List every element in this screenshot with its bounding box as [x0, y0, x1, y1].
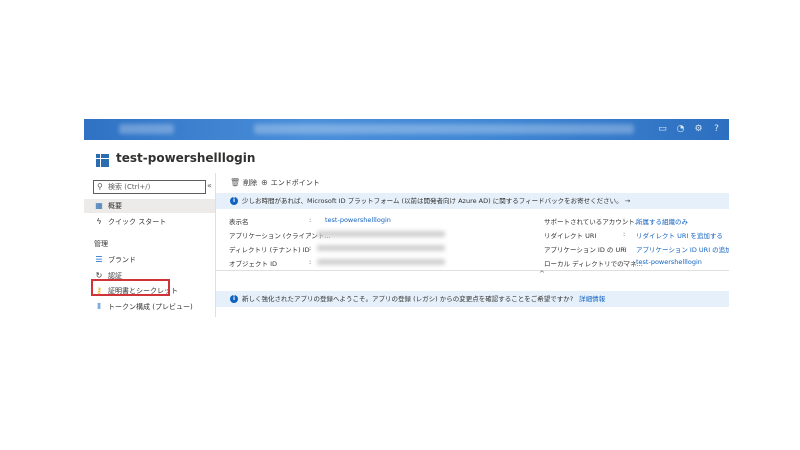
sidebar-item-branding[interactable]: ☰ ブランド	[84, 253, 215, 267]
property-separator: :	[309, 258, 312, 266]
blurred-object-id	[317, 259, 445, 265]
feedback-banner[interactable]: i 少しお時間があれば、Microsoft ID プラットフォーム (以前は開発…	[216, 193, 729, 209]
welcome-text: 新しく強化されたアプリの登録へようこそ。アプリの登録 (レガシ) からの変更点を…	[242, 295, 574, 303]
sidebar-item-quickstart[interactable]: ϟ クイック スタート	[84, 215, 215, 229]
property-row: オブジェクト ID : ローカル ディレクトリでのマネ... : test-po…	[229, 258, 729, 270]
add-redirect-uri-link[interactable]: リダイレクト URI を追加する	[636, 230, 723, 240]
app-registration-icon	[96, 154, 109, 167]
collapse-essentials-button[interactable]: ^	[539, 270, 545, 278]
overview-content: 🗑 削除 ⊕ エンドポイント i 少しお時間があれば、Microsoft ID プラ…	[216, 173, 729, 317]
page-title: test-powershelllogin	[116, 151, 256, 165]
sidebar-item-label: ブランド	[108, 256, 136, 264]
info-icon: i	[230, 197, 238, 205]
blurred-client-id	[317, 231, 445, 237]
property-label: アプリケーション ID の URI	[544, 246, 627, 254]
delete-label: 削除	[243, 179, 258, 187]
blade-header: test-powershelllogin	[84, 140, 729, 170]
sidebar-item-token-configuration[interactable]: ⦀ トークン構成 (プレビュー)	[84, 300, 215, 314]
property-label: ローカル ディレクトリでのマネ...	[544, 260, 643, 268]
property-separator: :	[309, 230, 312, 238]
welcome-banner-text: 新しく強化されたアプリの登録へようこそ。アプリの登録 (レガシ) からの変更点を…	[242, 291, 605, 307]
brand-icon: ☰	[95, 255, 103, 264]
portal-window: ▭ ◔ ⚙ ? test-powershelllogin ⚲ 検索 (Ctrl+…	[84, 119, 729, 317]
welcome-banner: i 新しく強化されたアプリの登録へようこそ。アプリの登録 (レガシ) からの変更…	[216, 291, 729, 307]
property-separator: :	[623, 230, 626, 238]
lightning-icon: ϟ	[96, 217, 102, 226]
sidebar-item-label: 概要	[108, 202, 122, 210]
property-row: アプリケーション (クライアント... : リダイレクト URI : リダイレク…	[229, 230, 729, 242]
property-label: リダイレクト URI	[544, 232, 597, 240]
search-icon: ⚲	[97, 182, 103, 191]
property-label: アプリケーション (クライアント...	[229, 232, 331, 240]
settings-icon[interactable]: ⚙	[692, 123, 705, 136]
blurred-portal-brand	[119, 124, 174, 134]
info-icon: i	[230, 295, 238, 303]
search-placeholder: 検索 (Ctrl+/)	[108, 183, 151, 191]
property-separator: :	[309, 216, 312, 224]
notifications-icon[interactable]: ◔	[674, 123, 687, 136]
property-label: 表示名	[229, 218, 249, 226]
cloud-shell-icon[interactable]: ▭	[656, 123, 669, 136]
endpoints-label: エンドポイント	[270, 179, 320, 187]
highlight-annotation	[91, 279, 170, 296]
blurred-search-area	[254, 124, 634, 134]
supported-accounts-link[interactable]: 所属する組織のみ	[636, 216, 688, 226]
feedback-banner-text: 少しお時間があれば、Microsoft ID プラットフォーム (以前は開発者向…	[242, 193, 630, 209]
property-label: オブジェクト ID	[229, 260, 277, 268]
sidebar-item-overview[interactable]: ▦ 概要	[84, 199, 215, 213]
command-bar: 🗑 削除 ⊕ エンドポイント	[216, 173, 729, 192]
menu-search-input[interactable]: ⚲ 検索 (Ctrl+/)	[93, 180, 206, 194]
portal-top-bar: ▭ ◔ ⚙ ?	[84, 119, 729, 140]
delete-button[interactable]: 🗑 削除	[230, 178, 257, 188]
add-app-id-uri-link[interactable]: アプリケーション ID URI の追加	[636, 244, 729, 254]
token-icon: ⦀	[97, 302, 101, 311]
trash-icon: 🗑	[230, 178, 241, 187]
arrow-right-icon: →	[624, 197, 631, 205]
property-row: ディレクトリ (テナント) ID : アプリケーション ID の URI : ア…	[229, 244, 729, 256]
managed-app-link[interactable]: test-powershelllogin	[636, 258, 702, 266]
property-row: 表示名 : test-powershelllogin サポートされているアカウン…	[229, 216, 729, 228]
section-title-manage: 管理	[94, 240, 108, 248]
display-name-link[interactable]: test-powershelllogin	[325, 216, 391, 224]
blurred-tenant-id	[317, 245, 445, 251]
globe-icon: ⊕	[261, 178, 268, 187]
sidebar-item-label: クイック スタート	[108, 218, 167, 226]
help-icon[interactable]: ?	[710, 123, 723, 136]
feedback-text: 少しお時間があれば、Microsoft ID プラットフォーム (以前は開発者向…	[242, 197, 623, 205]
endpoints-button[interactable]: ⊕ エンドポイント	[261, 178, 320, 188]
property-separator: :	[623, 216, 626, 224]
collapse-menu-button[interactable]: «	[207, 181, 212, 190]
learn-more-link[interactable]: 詳細情報	[579, 295, 605, 303]
property-separator: :	[309, 244, 312, 252]
property-label: サポートされているアカウント...	[544, 218, 642, 226]
essentials-panel: 表示名 : test-powershelllogin サポートされているアカウン…	[216, 214, 729, 271]
property-label: ディレクトリ (テナント) ID	[229, 246, 310, 254]
grid-icon: ▦	[95, 201, 103, 210]
sidebar-item-label: トークン構成 (プレビュー)	[108, 303, 193, 311]
property-separator: :	[623, 244, 626, 252]
property-separator: :	[623, 258, 626, 266]
